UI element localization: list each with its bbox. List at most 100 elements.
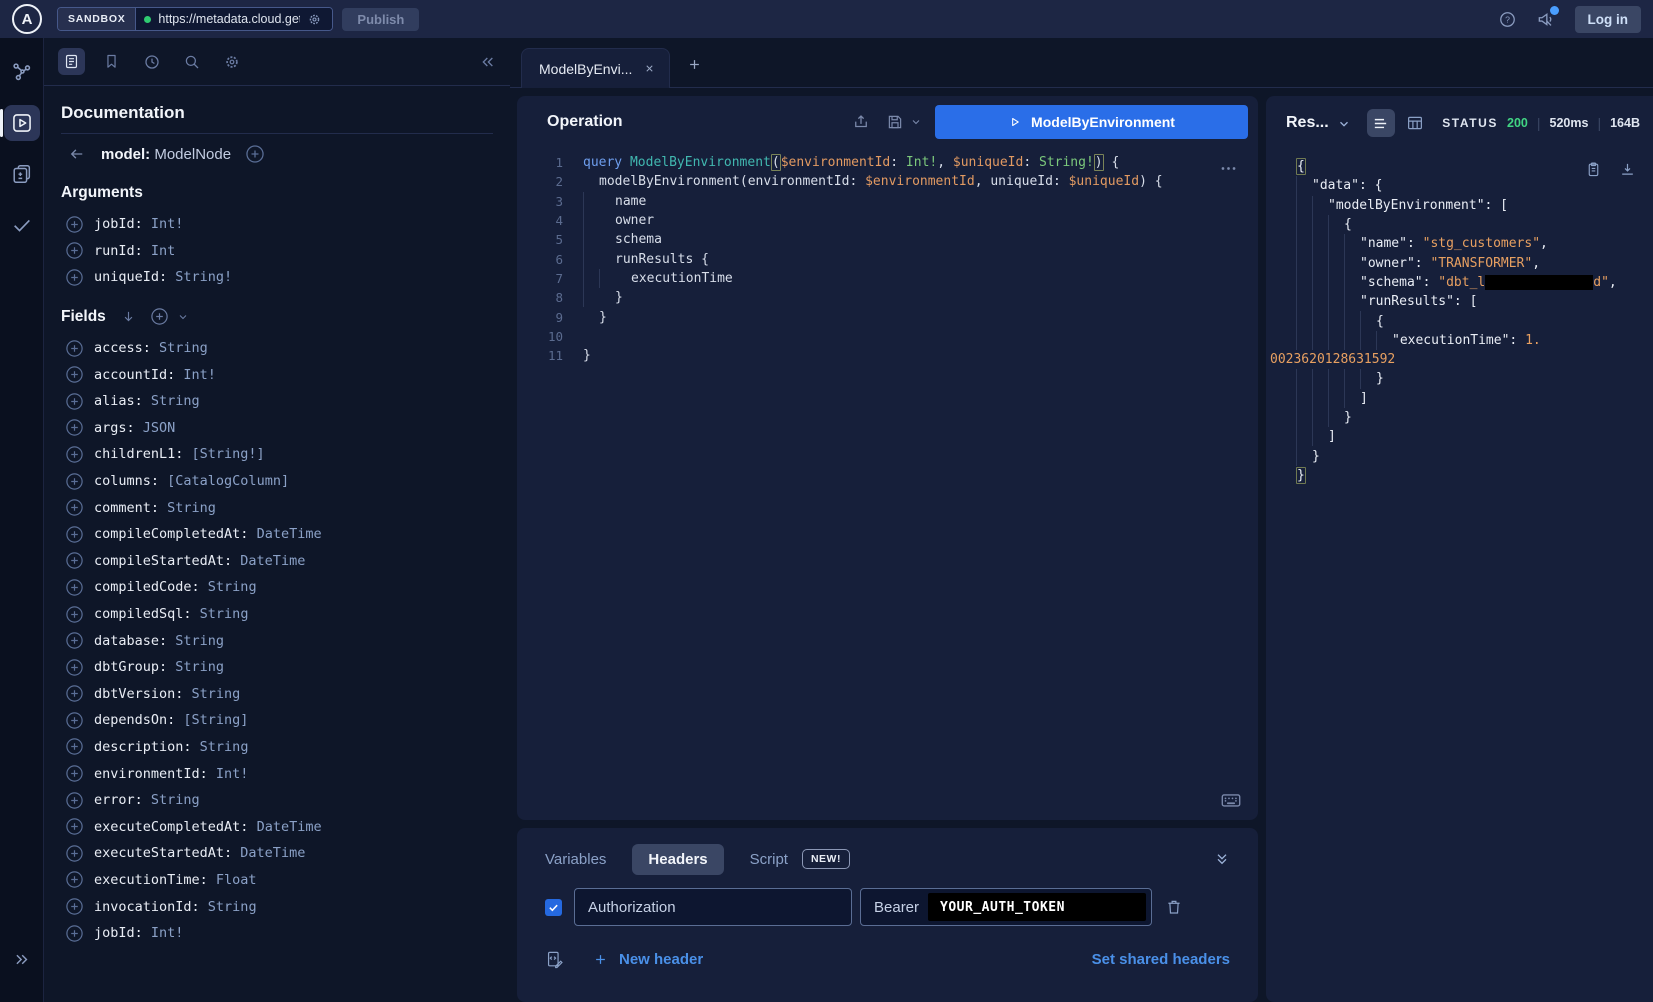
raw-view-lines-icon[interactable] [1367, 109, 1395, 137]
chevron-down-icon[interactable] [177, 311, 189, 323]
graphql-editor[interactable]: 1query ModelByEnvironment($environmentId… [517, 148, 1258, 820]
field-row[interactable]: alias: String [61, 388, 493, 415]
delete-header-trash-icon[interactable] [1165, 898, 1183, 916]
collapse-panel-chevrons-icon[interactable] [480, 54, 496, 70]
add-to-query-icon[interactable] [66, 712, 83, 729]
announcements-megaphone-icon[interactable] [1536, 9, 1556, 29]
add-to-query-icon[interactable] [66, 393, 83, 410]
header-value-input[interactable]: Bearer YOUR_AUTH_TOKEN [860, 888, 1152, 926]
tab-script[interactable]: Script [750, 851, 788, 868]
add-to-query-icon[interactable] [66, 340, 83, 357]
field-row[interactable]: compiledSql: String [61, 601, 493, 628]
add-to-query-icon[interactable] [66, 659, 83, 676]
publish-button[interactable]: Publish [342, 8, 419, 31]
argument-row[interactable]: jobId: Int! [61, 211, 493, 238]
add-to-query-icon[interactable] [66, 526, 83, 543]
download-response-icon[interactable] [1619, 161, 1636, 178]
field-row[interactable]: error: String [61, 787, 493, 814]
rail-item-schema[interactable] [4, 54, 40, 90]
header-name-input[interactable]: Authorization [574, 888, 852, 926]
header-enabled-checkbox[interactable] [545, 899, 562, 916]
run-operation-button[interactable]: ModelByEnvironment [935, 105, 1248, 139]
field-row[interactable]: dbtVersion: String [61, 681, 493, 708]
set-shared-headers-link[interactable]: Set shared headers [1092, 951, 1230, 968]
add-type-icon[interactable] [246, 145, 264, 163]
add-to-query-icon[interactable] [66, 925, 83, 942]
tab-headers[interactable]: Headers [632, 844, 723, 875]
save-operation-icon[interactable] [886, 113, 904, 131]
field-row[interactable]: executionTime: Float [61, 867, 493, 894]
argument-row[interactable]: runId: Int [61, 238, 493, 265]
field-row[interactable]: dbtGroup: String [61, 654, 493, 681]
field-row[interactable]: childrenL1: [String!] [61, 441, 493, 468]
save-options-chevron-icon[interactable] [910, 116, 922, 128]
add-to-query-icon[interactable] [66, 818, 83, 835]
field-row[interactable]: invocationId: String [61, 893, 493, 920]
login-button[interactable]: Log in [1575, 6, 1642, 33]
operation-tab[interactable]: ModelByEnvi... [521, 48, 670, 88]
add-to-query-icon[interactable] [66, 579, 83, 596]
close-tab-icon[interactable] [644, 63, 655, 74]
field-row[interactable]: args: JSON [61, 415, 493, 442]
field-row[interactable]: accountId: Int! [61, 361, 493, 388]
settings-gear-icon[interactable] [218, 48, 245, 75]
share-operation-icon[interactable] [852, 113, 870, 131]
add-to-query-icon[interactable] [66, 685, 83, 702]
response-dropdown-chevron-icon[interactable] [1337, 117, 1351, 131]
bookmarks-icon[interactable] [98, 48, 125, 75]
add-to-query-icon[interactable] [66, 898, 83, 915]
add-to-query-icon[interactable] [66, 473, 83, 490]
add-to-query-icon[interactable] [66, 871, 83, 888]
add-to-query-icon[interactable] [66, 552, 83, 569]
tab-variables[interactable]: Variables [545, 851, 606, 868]
response-title[interactable]: Res... [1286, 114, 1329, 132]
add-to-query-icon[interactable] [66, 366, 83, 383]
apollo-logo[interactable]: A [12, 4, 42, 34]
add-to-query-icon[interactable] [66, 216, 83, 233]
field-row[interactable]: executeStartedAt: DateTime [61, 840, 493, 867]
add-to-query-icon[interactable] [66, 242, 83, 259]
add-to-query-icon[interactable] [66, 792, 83, 809]
field-row[interactable]: columns: [CatalogColumn] [61, 468, 493, 495]
operation-options-dots-icon[interactable] [1219, 159, 1238, 178]
keyboard-shortcuts-icon[interactable] [1220, 789, 1242, 811]
add-to-query-icon[interactable] [66, 606, 83, 623]
rail-item-changelog[interactable] [4, 156, 40, 192]
table-view-icon[interactable] [1401, 109, 1429, 137]
field-row[interactable]: comment: String [61, 494, 493, 521]
edit-raw-headers-icon[interactable] [545, 950, 564, 969]
add-all-fields-icon[interactable] [151, 308, 168, 325]
endpoint-input[interactable]: https://metadata.cloud.get [136, 8, 332, 30]
history-icon[interactable] [138, 48, 165, 75]
rail-item-checks[interactable] [4, 207, 40, 243]
add-to-query-icon[interactable] [66, 446, 83, 463]
add-to-query-icon[interactable] [66, 738, 83, 755]
add-to-query-icon[interactable] [66, 765, 83, 782]
endpoint-url[interactable]: https://metadata.cloud.get [158, 12, 300, 26]
field-row[interactable]: dependsOn: [String] [61, 707, 493, 734]
response-body[interactable]: {"data": {"modelByEnvironment": [{"name"… [1266, 150, 1653, 1002]
field-row[interactable]: environmentId: Int! [61, 760, 493, 787]
add-to-query-icon[interactable] [66, 419, 83, 436]
field-row[interactable]: description: String [61, 734, 493, 761]
search-icon[interactable] [178, 48, 205, 75]
back-arrow-icon[interactable] [68, 145, 86, 163]
expand-rail-chevrons-icon[interactable] [13, 951, 30, 968]
field-row[interactable]: database: String [61, 627, 493, 654]
field-row[interactable]: compiledCode: String [61, 574, 493, 601]
field-row[interactable]: compileCompletedAt: DateTime [61, 521, 493, 548]
add-to-query-icon[interactable] [66, 632, 83, 649]
add-to-query-icon[interactable] [66, 845, 83, 862]
rail-item-explorer[interactable] [4, 105, 40, 141]
new-tab-plus-icon[interactable] [687, 57, 702, 72]
field-row[interactable]: executeCompletedAt: DateTime [61, 813, 493, 840]
copy-response-clipboard-icon[interactable] [1585, 161, 1602, 178]
add-to-query-icon[interactable] [66, 269, 83, 286]
field-row[interactable]: jobId: Int! [61, 920, 493, 947]
sort-descending-icon[interactable] [121, 309, 136, 324]
endpoint-settings-gear-icon[interactable] [307, 12, 322, 27]
add-to-query-icon[interactable] [66, 499, 83, 516]
help-icon[interactable]: ? [1498, 10, 1517, 29]
field-row[interactable]: access: String [61, 335, 493, 362]
argument-row[interactable]: uniqueId: String! [61, 264, 493, 291]
